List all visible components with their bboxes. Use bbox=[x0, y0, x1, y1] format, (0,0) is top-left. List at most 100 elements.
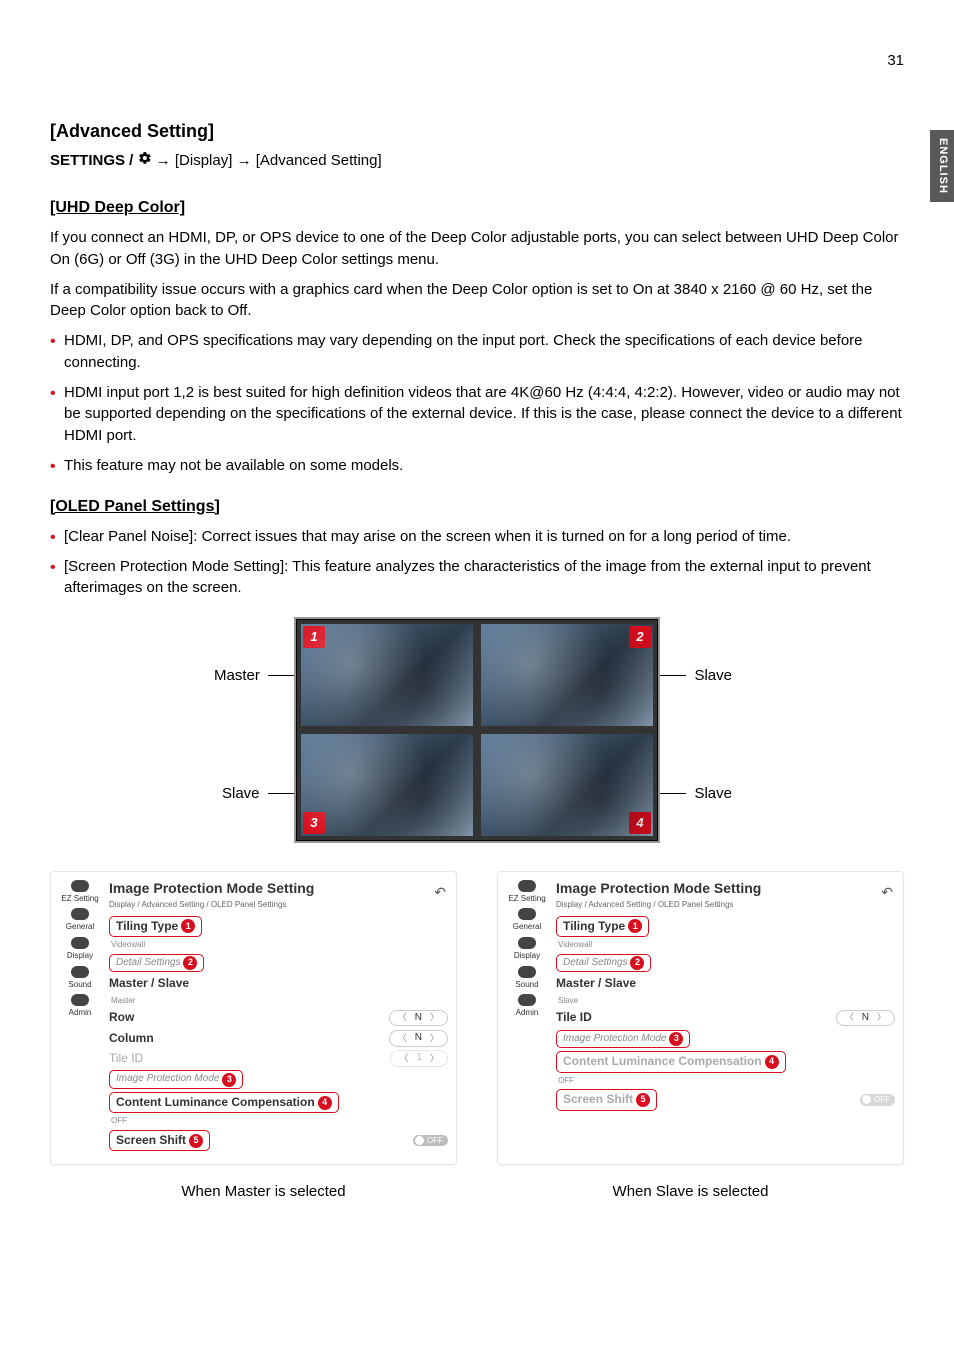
spinner-value: N bbox=[415, 1031, 422, 1046]
row-tile-id[interactable]: Tile ID 〈N〉 bbox=[556, 1009, 895, 1026]
option-label: Image Protection Mode bbox=[116, 1072, 219, 1087]
corner-badge: 4 bbox=[629, 812, 651, 834]
image-protection-mode-option[interactable]: Image Protection Mode3 bbox=[556, 1030, 690, 1049]
row-row-setting[interactable]: Row 〈N〉 bbox=[109, 1009, 448, 1026]
chevron-left-icon[interactable]: 〈 bbox=[398, 1011, 407, 1024]
corner-badge: 3 bbox=[303, 812, 325, 834]
tiling-type-value: Videowall bbox=[111, 939, 448, 951]
image-protection-mode-option[interactable]: Image Protection Mode3 bbox=[109, 1070, 243, 1089]
nav-item-admin[interactable]: Admin bbox=[69, 994, 92, 1019]
nav-label: Display bbox=[67, 950, 93, 962]
screen-shift-toggle[interactable]: OFF bbox=[413, 1135, 448, 1147]
videowall-tile: 3 bbox=[297, 730, 477, 840]
nav-label: Admin bbox=[69, 1007, 92, 1019]
subsection-title-oled: [OLED Panel Settings] bbox=[50, 495, 904, 518]
settings-panel-slave: ↶ EZ Setting General Display Sound Admin… bbox=[497, 871, 904, 1165]
option-label: Master / Slave bbox=[109, 975, 189, 992]
option-label: Image Protection Mode bbox=[563, 1032, 666, 1047]
nav-item-sound[interactable]: Sound bbox=[515, 966, 538, 991]
toggle-label: OFF bbox=[874, 1094, 890, 1106]
row-column-setting[interactable]: Column 〈N〉 bbox=[109, 1030, 448, 1047]
toggle-knob-icon bbox=[415, 1136, 424, 1145]
diagram-label-slave: Slave bbox=[694, 665, 732, 687]
language-tab: ENGLISH bbox=[930, 130, 954, 202]
settings-panel-master: ↶ EZ Setting General Display Sound Admin… bbox=[50, 871, 457, 1165]
option-label: Master / Slave bbox=[556, 975, 636, 992]
subsection-title-uhd: [UHD Deep Color] bbox=[50, 196, 904, 219]
callout-badge-3: 3 bbox=[222, 1073, 236, 1087]
toggle-knob-icon bbox=[862, 1095, 871, 1104]
row-master-slave[interactable]: Master / Slave bbox=[109, 975, 448, 992]
toggle-label: OFF bbox=[427, 1135, 443, 1147]
master-slave-value: Master bbox=[111, 995, 448, 1007]
nav-label: EZ Setting bbox=[61, 893, 98, 905]
nav-item-ez-setting[interactable]: EZ Setting bbox=[61, 880, 98, 905]
chevron-right-icon[interactable]: 〉 bbox=[430, 1032, 439, 1045]
captions-row: When Master is selected When Slave is se… bbox=[50, 1181, 904, 1203]
chevron-left-icon[interactable]: 〈 bbox=[398, 1032, 407, 1045]
option-label: Content Luminance Compensation bbox=[563, 1053, 762, 1070]
row-tile-id: Tile ID 〈1〉 bbox=[109, 1050, 448, 1067]
detail-settings-option[interactable]: Detail Settings2 bbox=[556, 954, 651, 973]
chevron-right-icon[interactable]: 〉 bbox=[877, 1011, 886, 1024]
diagram-label-slave: Slave bbox=[694, 783, 732, 805]
row-master-slave[interactable]: Master / Slave bbox=[556, 975, 895, 992]
detail-settings-option[interactable]: Detail Settings2 bbox=[109, 954, 204, 973]
content-luminance-option[interactable]: Content Luminance Compensation4 bbox=[109, 1092, 339, 1113]
nav-label: Display bbox=[514, 950, 540, 962]
tiling-type-option[interactable]: Tiling Type1 bbox=[109, 916, 202, 937]
tiling-type-option[interactable]: Tiling Type1 bbox=[556, 916, 649, 937]
list-item: HDMI input port 1,2 is best suited for h… bbox=[50, 382, 904, 447]
list-item: [Screen Protection Mode Setting]: This f… bbox=[50, 556, 904, 600]
option-label: Tiling Type bbox=[116, 918, 178, 935]
callout-badge-5: 5 bbox=[636, 1093, 650, 1107]
option-label: Content Luminance Compensation bbox=[116, 1094, 315, 1111]
videowall: 1 2 3 4 bbox=[294, 617, 660, 843]
back-icon[interactable]: ↶ bbox=[881, 882, 893, 902]
content-luminance-value: OFF bbox=[111, 1115, 448, 1127]
row-spinner[interactable]: 〈 N 〉 bbox=[389, 1010, 448, 1027]
oled-bullets: [Clear Panel Noise]: Correct issues that… bbox=[50, 526, 904, 599]
uhd-para1: If you connect an HDMI, DP, or OPS devic… bbox=[50, 227, 904, 271]
panel-title: Image Protection Mode Setting bbox=[109, 878, 448, 898]
back-icon[interactable]: ↶ bbox=[434, 882, 446, 902]
chevron-left-icon[interactable]: 〈 bbox=[845, 1011, 854, 1024]
diagram-label-slave: Slave bbox=[222, 783, 260, 805]
nav-item-display[interactable]: Display bbox=[67, 937, 93, 962]
diagram-label-master: Master bbox=[214, 665, 260, 687]
nav-item-display[interactable]: Display bbox=[514, 937, 540, 962]
list-item: This feature may not be available on som… bbox=[50, 455, 904, 477]
arrow-icon: → bbox=[156, 152, 171, 169]
nav-item-general[interactable]: General bbox=[66, 908, 94, 933]
arrow-icon: → bbox=[237, 152, 252, 169]
nav-item-ez-setting[interactable]: EZ Setting bbox=[508, 880, 545, 905]
tiling-type-value: Videowall bbox=[558, 939, 895, 951]
nav-item-sound[interactable]: Sound bbox=[68, 966, 91, 991]
callout-badge-2: 2 bbox=[183, 956, 197, 970]
settings-path-prefix: SETTINGS / bbox=[50, 152, 138, 169]
ui-panels-row: ↶ EZ Setting General Display Sound Admin… bbox=[50, 871, 904, 1165]
option-label: Detail Settings bbox=[563, 956, 627, 971]
caption-slave: When Slave is selected bbox=[477, 1181, 904, 1203]
videowall-tile: 2 bbox=[477, 620, 657, 730]
nav-label: EZ Setting bbox=[508, 893, 545, 905]
callout-badge-1: 1 bbox=[628, 919, 642, 933]
screen-shift-option[interactable]: Screen Shift5 bbox=[109, 1130, 210, 1151]
uhd-bullets: HDMI, DP, and OPS specifications may var… bbox=[50, 330, 904, 477]
column-spinner[interactable]: 〈 N 〉 bbox=[389, 1030, 448, 1047]
connector-line bbox=[660, 675, 686, 676]
callout-badge-2: 2 bbox=[630, 956, 644, 970]
callout-badge-4: 4 bbox=[765, 1055, 779, 1069]
nav-item-general[interactable]: General bbox=[513, 908, 541, 933]
tile-id-spinner[interactable]: 〈 N 〉 bbox=[836, 1010, 895, 1027]
option-label: Screen Shift bbox=[116, 1132, 186, 1149]
gear-icon bbox=[138, 150, 152, 172]
content-luminance-value: OFF bbox=[558, 1075, 895, 1087]
spinner-value: N bbox=[415, 1011, 422, 1026]
chevron-right-icon[interactable]: 〉 bbox=[430, 1011, 439, 1024]
nav-item-admin[interactable]: Admin bbox=[516, 994, 539, 1019]
list-item: [Clear Panel Noise]: Correct issues that… bbox=[50, 526, 904, 548]
spinner-value: N bbox=[862, 1011, 869, 1026]
chevron-right-icon: 〉 bbox=[430, 1052, 439, 1065]
settings-path-seg2: [Advanced Setting] bbox=[256, 152, 382, 169]
